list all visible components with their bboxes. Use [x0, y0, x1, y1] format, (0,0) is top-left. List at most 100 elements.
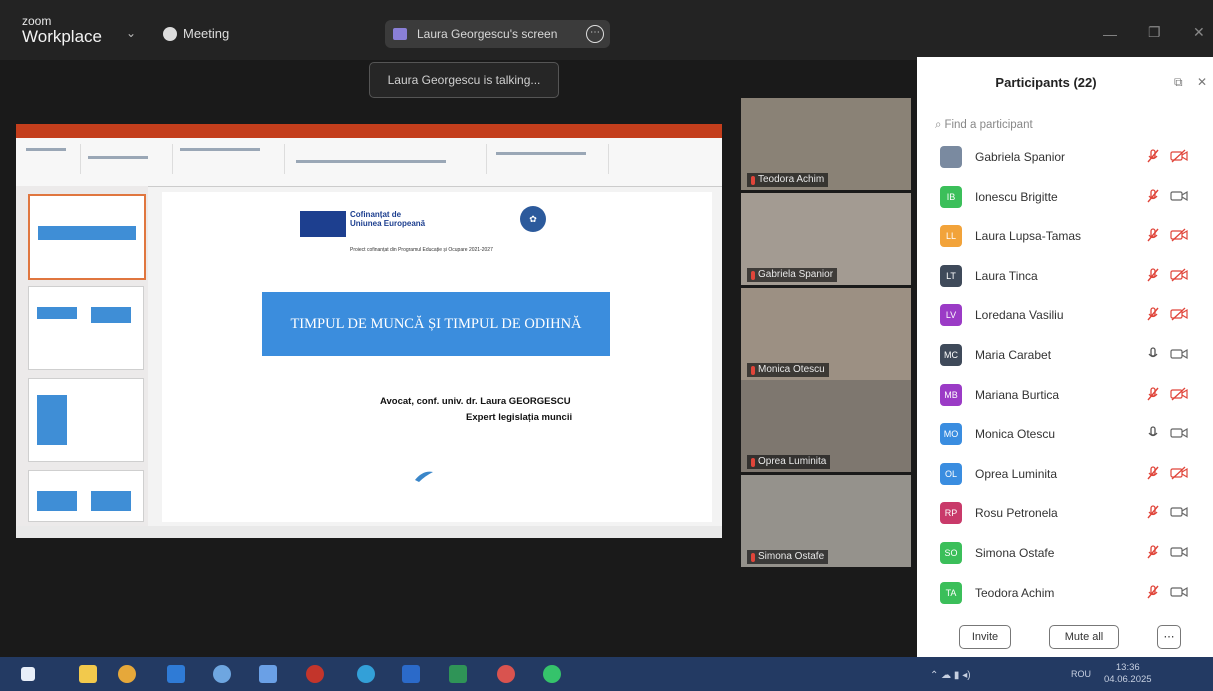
- thumbnail-slide-2[interactable]: [28, 286, 144, 370]
- video-icon[interactable]: [1170, 426, 1188, 440]
- chevron-down-icon[interactable]: ⌄: [126, 26, 136, 40]
- eu-cofinanced-line2: Uniunea Europeană: [350, 219, 426, 228]
- avatar: LL: [940, 225, 962, 248]
- workplace-label: Workplace: [22, 27, 102, 46]
- mute-all-button[interactable]: Mute all: [1049, 625, 1119, 649]
- shared-screen-pill[interactable]: Laura Georgescu's screen ⋯: [385, 20, 610, 48]
- screen-share-icon: [393, 28, 407, 40]
- system-tray-icons[interactable]: ⌃ ☁ ▮ ◂): [930, 670, 971, 681]
- participant-row[interactable]: LV Loredana Vasiliu: [917, 294, 1213, 334]
- avatar: LV: [940, 304, 962, 327]
- participant-row[interactable]: LT Laura Tinca: [917, 255, 1213, 295]
- participant-row[interactable]: MC Maria Carabet: [917, 334, 1213, 374]
- participant-row[interactable]: MB Mariana Burtica: [917, 374, 1213, 414]
- video-tile[interactable]: Teodora Achim: [741, 98, 911, 190]
- search-placeholder: Find a participant: [944, 119, 1033, 131]
- file-explorer-icon[interactable]: [79, 665, 97, 683]
- participant-row[interactable]: SO Simona Ostafe: [917, 532, 1213, 572]
- video-icon[interactable]: [1170, 545, 1188, 559]
- clock-time: 13:36: [1115, 662, 1140, 673]
- mic-muted-icon[interactable]: [1145, 148, 1161, 164]
- pop-out-icon[interactable]: ⧉: [1174, 75, 1183, 90]
- minimize-icon[interactable]: —: [1103, 26, 1117, 42]
- participant-row[interactable]: Gabriela Spanior: [917, 136, 1213, 176]
- participant-row[interactable]: IB Ionescu Brigitte: [917, 176, 1213, 216]
- close-icon[interactable]: ✕: [1193, 24, 1205, 41]
- participant-name: Monica Otescu: [975, 427, 1056, 442]
- whatsapp-icon[interactable]: [543, 665, 561, 683]
- mic-muted-icon[interactable]: [1145, 584, 1161, 600]
- eu-flag-logo: [300, 211, 346, 237]
- thumbnail-slide-1[interactable]: [28, 194, 146, 280]
- mic-muted-icon: [751, 270, 755, 280]
- participant-row[interactable]: OL Oprea Luminita: [917, 453, 1213, 493]
- thumbnail-slide-3[interactable]: [28, 378, 144, 462]
- mic-muted-icon[interactable]: [1145, 227, 1161, 243]
- restore-icon[interactable]: ❐: [1148, 24, 1161, 41]
- participant-row[interactable]: RP Rosu Petronela: [917, 492, 1213, 532]
- video-tile[interactable]: Gabriela Spanior: [741, 193, 911, 285]
- slide-author: Avocat, conf. univ. dr. Laura GEORGESCU: [380, 396, 571, 407]
- outlook-icon[interactable]: [167, 665, 185, 683]
- video-off-icon[interactable]: [1170, 466, 1188, 480]
- mic-muted-icon[interactable]: [1145, 267, 1161, 283]
- chrome-icon[interactable]: [118, 665, 136, 683]
- video-tile[interactable]: Oprea Luminita: [741, 380, 911, 472]
- program-logo-icon: ✿: [520, 206, 546, 232]
- thumbnail-slide-4[interactable]: [28, 470, 144, 522]
- talking-indicator: Laura Georgescu is talking...: [369, 62, 559, 98]
- avatar: TA: [940, 581, 962, 604]
- video-off-icon[interactable]: [1170, 228, 1188, 242]
- participant-name: Oprea Luminita: [975, 466, 1058, 481]
- video-off-icon[interactable]: [1170, 149, 1188, 163]
- mic-icon[interactable]: [1145, 425, 1161, 441]
- excel-icon[interactable]: [449, 665, 467, 683]
- chrome-alt-icon[interactable]: [497, 665, 515, 683]
- participant-name: Loredana Vasiliu: [975, 308, 1064, 323]
- video-icon[interactable]: [1170, 189, 1188, 203]
- zoom-taskbar-icon[interactable]: [259, 665, 277, 683]
- invite-button[interactable]: Invite: [959, 625, 1011, 649]
- clock[interactable]: 13:36 04.06.2025: [1104, 662, 1152, 686]
- mic-muted-icon[interactable]: [1145, 465, 1161, 481]
- participant-name: Laura Lupsa-Tamas: [975, 229, 1082, 244]
- mic-muted-icon[interactable]: [1145, 386, 1161, 402]
- app-icon[interactable]: [213, 665, 231, 683]
- video-icon[interactable]: [1170, 505, 1188, 519]
- zoom-logo-text: zoom: [22, 14, 52, 28]
- participant-search[interactable]: ⌕ Find a participant: [935, 114, 1135, 136]
- mic-icon[interactable]: [1145, 346, 1161, 362]
- start-icon[interactable]: [21, 667, 35, 681]
- video-icon[interactable]: [1170, 347, 1188, 361]
- video-off-icon[interactable]: [1170, 268, 1188, 282]
- panel-footer: Invite Mute all ⋯: [917, 619, 1213, 657]
- participant-row[interactable]: TA Teodora Achim: [917, 572, 1213, 612]
- video-tile[interactable]: Monica Otescu: [741, 288, 911, 380]
- video-name: Monica Otescu: [758, 364, 825, 375]
- meeting-menu[interactable]: Meeting: [163, 26, 229, 41]
- avatar: MC: [940, 344, 962, 366]
- video-off-icon[interactable]: [1170, 387, 1188, 401]
- participant-row[interactable]: LL Laura Lupsa-Tamas: [917, 215, 1213, 255]
- mic-muted-icon[interactable]: [1145, 306, 1161, 322]
- app-red-icon[interactable]: [306, 665, 324, 683]
- mic-muted-icon[interactable]: [1145, 544, 1161, 560]
- participant-name: Simona Ostafe: [975, 546, 1055, 560]
- more-button[interactable]: ⋯: [1157, 625, 1181, 649]
- participant-name: Maria Carabet: [975, 348, 1052, 362]
- mic-muted-icon[interactable]: [1145, 188, 1161, 204]
- participant-row[interactable]: MO Monica Otescu: [917, 413, 1213, 453]
- eu-cofinanced-line1: Cofinanțat de: [350, 210, 402, 219]
- video-tile[interactable]: Simona Ostafe: [741, 475, 911, 567]
- participants-panel: Participants (22) ⧉ ✕ ⌕ Find a participa…: [917, 57, 1213, 657]
- participant-name: Ionescu Brigitte: [975, 189, 1058, 204]
- language-indicator[interactable]: ROU: [1071, 669, 1091, 679]
- close-panel-icon[interactable]: ✕: [1197, 75, 1207, 89]
- more-options-icon[interactable]: ⋯: [586, 25, 604, 43]
- avatar: MO: [940, 423, 962, 446]
- video-off-icon[interactable]: [1170, 307, 1188, 321]
- video-icon[interactable]: [1170, 585, 1188, 599]
- edge-icon[interactable]: [357, 665, 375, 683]
- mic-muted-icon[interactable]: [1145, 504, 1161, 520]
- word-icon[interactable]: [402, 665, 420, 683]
